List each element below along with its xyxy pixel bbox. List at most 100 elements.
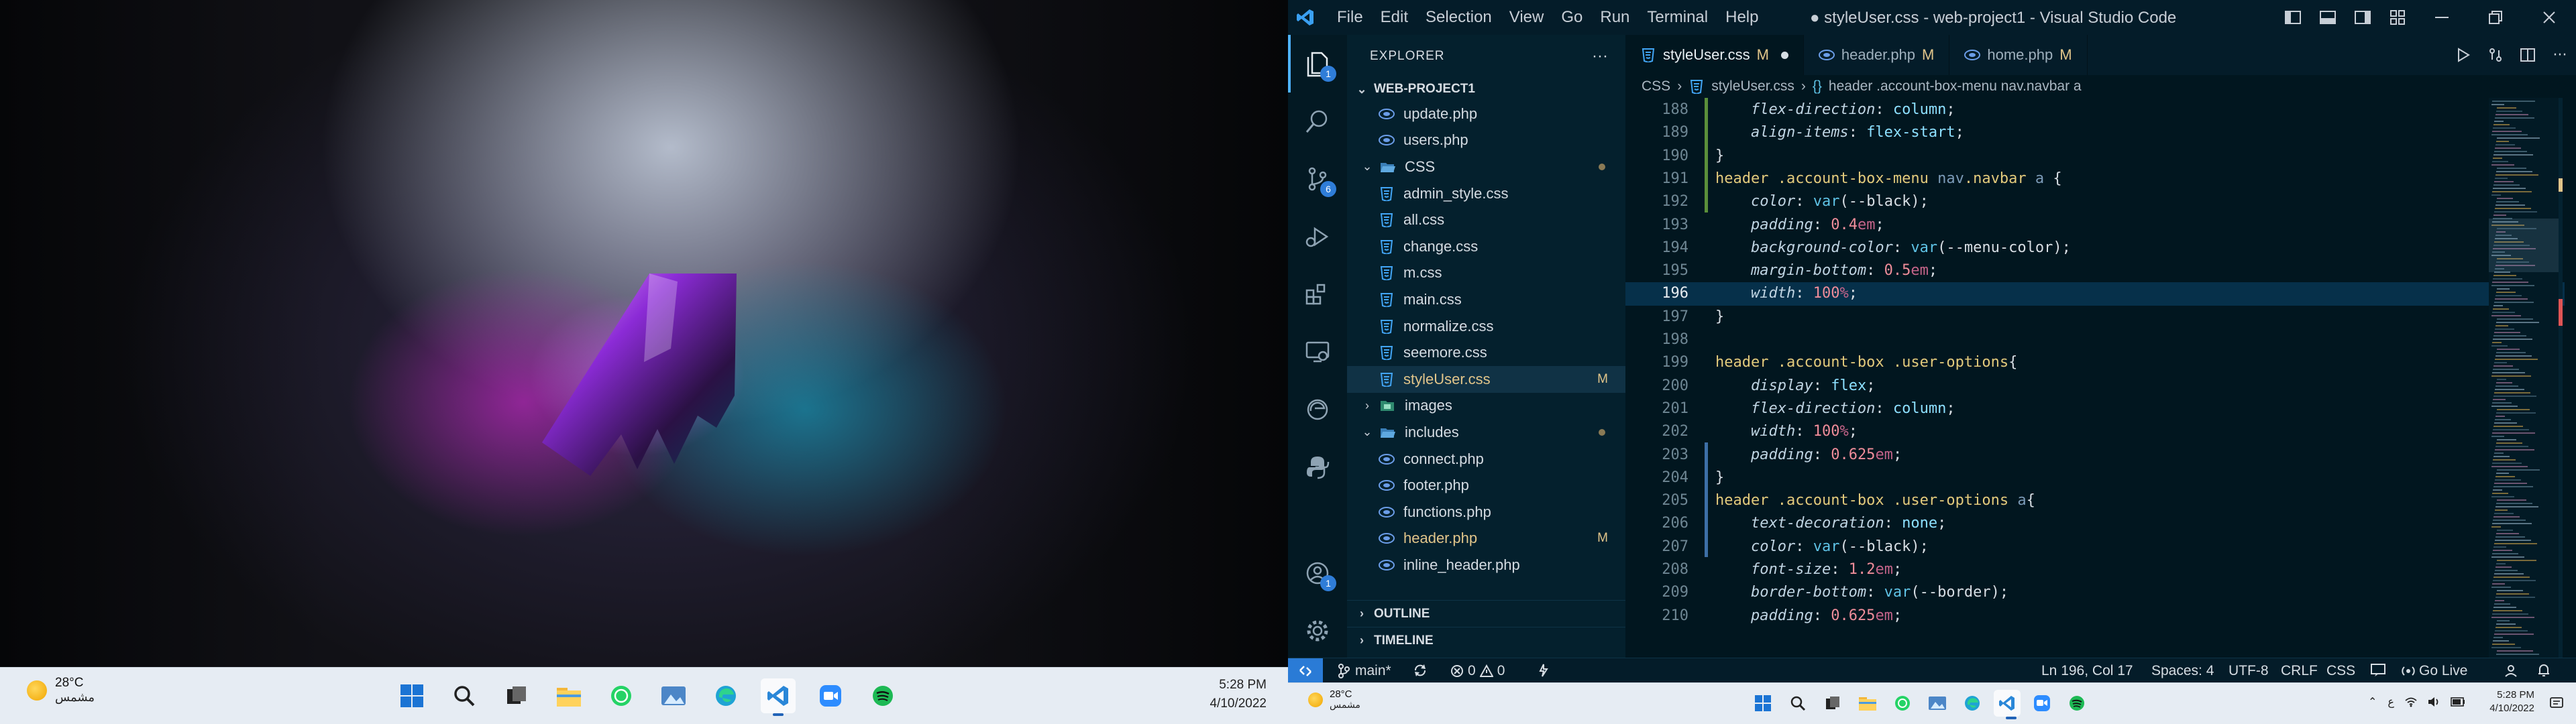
source-control-activity-icon[interactable]: 6 xyxy=(1288,150,1347,208)
customize-layout-icon[interactable] xyxy=(2380,0,2415,35)
tree-item[interactable]: admin_style.css xyxy=(1347,180,1625,207)
code-line[interactable]: 198 xyxy=(1625,328,2565,351)
tree-item[interactable]: header.php M xyxy=(1347,526,1625,552)
code-line[interactable]: 201 flex-direction: column; xyxy=(1625,398,2565,420)
run-icon[interactable] xyxy=(2447,35,2479,75)
code-line[interactable]: 195 margin-bottom: 0.5em; xyxy=(1625,259,2565,282)
breadcrumb-item[interactable]: styleUser.css xyxy=(1711,78,1794,95)
task-view-icon[interactable] xyxy=(499,678,534,713)
problems-status[interactable]: 0 0 xyxy=(1450,663,1505,679)
remote-indicator-icon[interactable] xyxy=(1288,658,1323,683)
zoom-icon[interactable] xyxy=(813,678,848,713)
task-view-icon[interactable] xyxy=(1819,690,1846,717)
project-root[interactable]: ⌄ WEB-PROJECT1 xyxy=(1347,78,1625,101)
code-line[interactable]: 191 header .account-box-menu nav.navbar a… xyxy=(1625,168,2565,190)
search-activity-icon[interactable] xyxy=(1288,93,1347,150)
tab-home-php[interactable]: home.php M xyxy=(1949,35,2088,75)
live-share-icon[interactable] xyxy=(1538,663,1550,682)
code-line[interactable]: 189 align-items: flex-start; xyxy=(1625,121,2565,144)
tree-item[interactable]: seemore.css xyxy=(1347,339,1625,366)
menu-terminal[interactable]: Terminal xyxy=(1638,8,1717,27)
extensions-activity-icon[interactable] xyxy=(1288,265,1347,323)
photos-icon[interactable] xyxy=(1924,690,1951,717)
tab-header-php[interactable]: header.php M xyxy=(1804,35,1950,75)
tree-item[interactable]: update.php xyxy=(1347,101,1625,127)
code-line[interactable]: 188 flex-direction: column; xyxy=(1625,99,2565,121)
encoding-status[interactable]: UTF-8 xyxy=(2229,663,2269,679)
close-icon[interactable] xyxy=(2522,0,2576,35)
windows-start-icon[interactable] xyxy=(394,678,429,713)
remote-explorer-activity-icon[interactable] xyxy=(1288,323,1347,381)
indentation-status[interactable]: Spaces: 4 xyxy=(2151,663,2214,679)
code-line[interactable]: 203 padding: 0.625em; xyxy=(1625,444,2565,467)
tree-item[interactable]: inline_header.php xyxy=(1347,552,1625,579)
spotify-icon[interactable] xyxy=(2063,690,2090,717)
tree-item[interactable]: ⌄ CSS xyxy=(1347,154,1625,180)
code-line[interactable]: 202 width: 100%; xyxy=(1625,420,2565,443)
menu-edit[interactable]: Edit xyxy=(1372,8,1417,27)
outline-section[interactable]: › OUTLINE xyxy=(1347,600,1625,627)
toggle-sidebar-icon[interactable] xyxy=(2275,0,2310,35)
tree-item[interactable]: change.css xyxy=(1347,233,1625,260)
search-icon[interactable] xyxy=(447,678,482,713)
vscode-taskbar-icon[interactable] xyxy=(761,678,796,716)
python-activity-icon[interactable] xyxy=(1288,438,1347,496)
file-explorer-icon[interactable] xyxy=(1854,690,1881,717)
restore-icon[interactable] xyxy=(2469,0,2522,35)
eol-status[interactable]: CRLF xyxy=(2281,663,2318,679)
menu-go[interactable]: Go xyxy=(1552,8,1591,27)
spotify-icon[interactable] xyxy=(865,678,900,713)
weather-widget[interactable]: 28°C مشمس xyxy=(1308,688,1360,711)
photos-icon[interactable] xyxy=(656,678,691,713)
show-hidden-icons-icon[interactable]: ⌃ xyxy=(2368,695,2377,708)
whatsapp-icon[interactable] xyxy=(604,678,639,713)
code-line[interactable]: 196 width: 100%; xyxy=(1625,282,2565,306)
code-line[interactable]: 199 header .account-box .user-options{ xyxy=(1625,351,2565,374)
zoom-icon[interactable] xyxy=(2029,690,2055,717)
tree-item[interactable]: styleUser.css M xyxy=(1347,365,1625,393)
edge-icon[interactable] xyxy=(708,678,743,713)
cursor-position[interactable]: Ln 196, Col 17 xyxy=(2041,663,2133,679)
code-line[interactable]: 204} xyxy=(1625,467,2565,489)
tree-item[interactable]: users.php xyxy=(1347,127,1625,154)
tree-item[interactable]: functions.php xyxy=(1347,499,1625,526)
code-line[interactable]: 200 display: flex; xyxy=(1625,375,2565,398)
tree-item[interactable]: ⌄ includes xyxy=(1347,419,1625,446)
tree-item[interactable]: m.css xyxy=(1347,260,1625,287)
minimize-icon[interactable] xyxy=(2415,0,2469,35)
code-line[interactable]: 210 padding: 0.625em; xyxy=(1625,605,2565,627)
input-language[interactable]: ع xyxy=(2387,695,2394,708)
edge-tools-activity-icon[interactable] xyxy=(1288,381,1347,438)
minimap[interactable] xyxy=(2489,98,2563,658)
feedback-icon[interactable] xyxy=(2371,663,2385,680)
code-editor[interactable]: 188 flex-direction: column; 189 align-ite… xyxy=(1625,98,2576,658)
tree-item[interactable]: all.css xyxy=(1347,206,1625,233)
right-clock[interactable]: 5:28 PM 4/10/2022 xyxy=(2489,688,2534,715)
tree-item[interactable]: main.css xyxy=(1347,286,1625,313)
breadcrumb-item[interactable]: header .account-box-menu nav.navbar a xyxy=(1829,78,2082,95)
go-live-button[interactable]: Go Live xyxy=(2402,663,2467,679)
code-line[interactable]: 209 border-bottom: var(--border); xyxy=(1625,581,2565,604)
code-line[interactable]: 190} xyxy=(1625,145,2565,168)
open-changes-icon[interactable] xyxy=(2479,35,2512,75)
tree-item[interactable]: › images xyxy=(1347,393,1625,420)
explorer-activity-icon[interactable]: 1 xyxy=(1288,35,1347,93)
menu-view[interactable]: View xyxy=(1501,8,1553,27)
menu-run[interactable]: Run xyxy=(1591,8,1638,27)
code-line[interactable]: 207 color: var(--black); xyxy=(1625,536,2565,558)
code-line[interactable]: 197} xyxy=(1625,306,2565,328)
file-explorer-icon[interactable] xyxy=(551,678,586,713)
sync-icon[interactable] xyxy=(1413,663,1428,682)
windows-start-icon[interactable] xyxy=(1750,690,1776,717)
notifications-bell-icon[interactable] xyxy=(2537,663,2551,682)
tree-item[interactable]: connect.php xyxy=(1347,446,1625,473)
branch-status[interactable]: main* xyxy=(1338,663,1391,679)
vscode-taskbar-icon[interactable] xyxy=(1994,690,2021,719)
code-line[interactable]: 192 color: var(--black); xyxy=(1625,190,2565,213)
breadcrumb-item[interactable]: CSS xyxy=(1642,78,1670,95)
code-line[interactable]: 194 background-color: var(--menu-color); xyxy=(1625,237,2565,259)
more-actions-icon[interactable]: ··· xyxy=(2544,35,2576,75)
battery-icon[interactable] xyxy=(2451,697,2465,707)
language-mode[interactable]: CSS xyxy=(2326,663,2355,679)
code-line[interactable]: 208 font-size: 1.2em; xyxy=(1625,558,2565,581)
